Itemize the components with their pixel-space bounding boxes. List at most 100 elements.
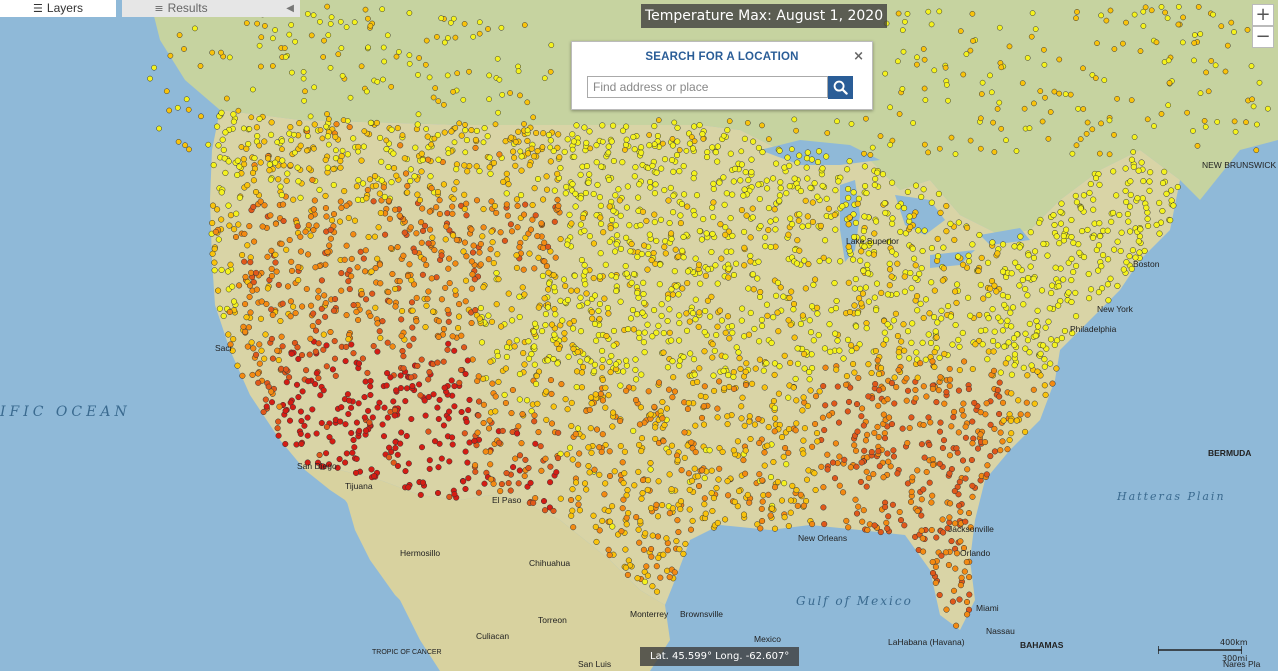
station-marker[interactable] — [612, 361, 620, 368]
station-marker[interactable] — [710, 180, 717, 187]
station-marker[interactable] — [875, 371, 883, 378]
station-marker[interactable] — [1140, 23, 1147, 29]
station-marker[interactable] — [568, 399, 575, 406]
station-marker[interactable] — [818, 463, 825, 470]
station-marker[interactable] — [709, 507, 716, 515]
station-marker[interactable] — [884, 321, 891, 328]
station-marker[interactable] — [833, 297, 840, 305]
station-marker[interactable] — [833, 366, 840, 373]
station-marker[interactable] — [895, 203, 902, 210]
station-marker[interactable] — [239, 372, 246, 379]
station-marker[interactable] — [674, 124, 681, 131]
station-marker[interactable] — [426, 457, 433, 464]
station-marker[interactable] — [885, 458, 892, 465]
station-marker[interactable] — [609, 423, 616, 430]
station-marker[interactable] — [700, 403, 707, 410]
station-marker[interactable] — [791, 334, 798, 341]
station-marker[interactable] — [564, 296, 571, 304]
station-marker[interactable] — [258, 298, 265, 305]
station-marker[interactable] — [396, 212, 403, 219]
station-marker[interactable] — [367, 391, 374, 399]
station-marker[interactable] — [1000, 241, 1007, 248]
station-marker[interactable] — [912, 182, 920, 189]
station-marker[interactable] — [1128, 156, 1135, 163]
station-marker[interactable] — [476, 249, 483, 256]
station-marker[interactable] — [965, 386, 972, 393]
station-marker[interactable] — [730, 178, 737, 185]
station-marker[interactable] — [304, 11, 311, 17]
station-marker[interactable] — [790, 384, 797, 391]
station-marker[interactable] — [635, 194, 642, 201]
station-marker[interactable] — [787, 215, 794, 222]
station-marker[interactable] — [434, 34, 440, 40]
station-marker[interactable] — [619, 459, 626, 466]
station-marker[interactable] — [718, 255, 725, 262]
station-marker[interactable] — [656, 281, 663, 288]
station-marker[interactable] — [1179, 39, 1186, 46]
station-marker[interactable] — [582, 268, 589, 275]
station-marker[interactable] — [253, 286, 260, 293]
station-marker[interactable] — [691, 212, 698, 219]
station-marker[interactable] — [665, 449, 672, 456]
station-marker[interactable] — [1224, 42, 1231, 49]
station-marker[interactable] — [1039, 118, 1046, 125]
station-marker[interactable] — [252, 188, 260, 196]
station-marker[interactable] — [1097, 233, 1104, 240]
station-marker[interactable] — [931, 363, 938, 371]
station-marker[interactable] — [741, 244, 748, 251]
station-marker[interactable] — [1010, 335, 1018, 342]
station-marker[interactable] — [564, 136, 571, 143]
station-marker[interactable] — [634, 311, 641, 318]
station-marker[interactable] — [1051, 341, 1058, 349]
station-marker[interactable] — [729, 191, 736, 198]
station-marker[interactable] — [1135, 238, 1142, 245]
station-marker[interactable] — [799, 223, 806, 230]
station-marker[interactable] — [488, 318, 496, 325]
station-marker[interactable] — [440, 358, 447, 365]
station-marker[interactable] — [907, 269, 914, 277]
station-marker[interactable] — [749, 214, 756, 221]
station-marker[interactable] — [901, 522, 908, 529]
station-marker[interactable] — [555, 131, 562, 138]
station-marker[interactable] — [812, 393, 820, 400]
station-marker[interactable] — [1006, 436, 1013, 444]
station-marker[interactable] — [451, 347, 458, 354]
station-marker[interactable] — [1191, 32, 1198, 38]
station-marker[interactable] — [938, 307, 945, 314]
station-marker[interactable] — [503, 190, 510, 197]
station-marker[interactable] — [470, 33, 477, 40]
station-marker[interactable] — [280, 217, 287, 225]
station-marker[interactable] — [1034, 323, 1042, 330]
station-marker[interactable] — [653, 588, 661, 595]
station-marker[interactable] — [716, 378, 723, 385]
station-marker[interactable] — [519, 284, 526, 291]
station-marker[interactable] — [695, 323, 702, 330]
station-marker[interactable] — [903, 375, 910, 382]
station-marker[interactable] — [564, 241, 571, 248]
station-marker[interactable] — [789, 482, 796, 489]
station-marker[interactable] — [587, 145, 594, 152]
station-marker[interactable] — [606, 552, 613, 559]
station-marker[interactable] — [246, 293, 253, 300]
station-marker[interactable] — [460, 478, 467, 485]
station-marker[interactable] — [424, 133, 431, 140]
station-marker[interactable] — [364, 186, 371, 194]
station-marker[interactable] — [936, 591, 943, 599]
station-marker[interactable] — [1042, 94, 1048, 101]
station-marker[interactable] — [987, 285, 994, 292]
station-marker[interactable] — [858, 248, 865, 255]
station-marker[interactable] — [573, 384, 580, 391]
station-marker[interactable] — [400, 365, 407, 372]
station-marker[interactable] — [360, 180, 367, 187]
station-marker[interactable] — [575, 494, 582, 502]
station-marker[interactable] — [703, 154, 711, 161]
station-marker[interactable] — [914, 374, 921, 381]
station-marker[interactable] — [751, 325, 758, 332]
station-marker[interactable] — [492, 121, 499, 128]
station-marker[interactable] — [889, 501, 896, 508]
station-marker[interactable] — [1080, 65, 1086, 72]
station-marker[interactable] — [1075, 241, 1082, 248]
station-marker[interactable] — [444, 210, 451, 217]
station-marker[interactable] — [305, 133, 311, 139]
station-marker[interactable] — [485, 425, 493, 432]
